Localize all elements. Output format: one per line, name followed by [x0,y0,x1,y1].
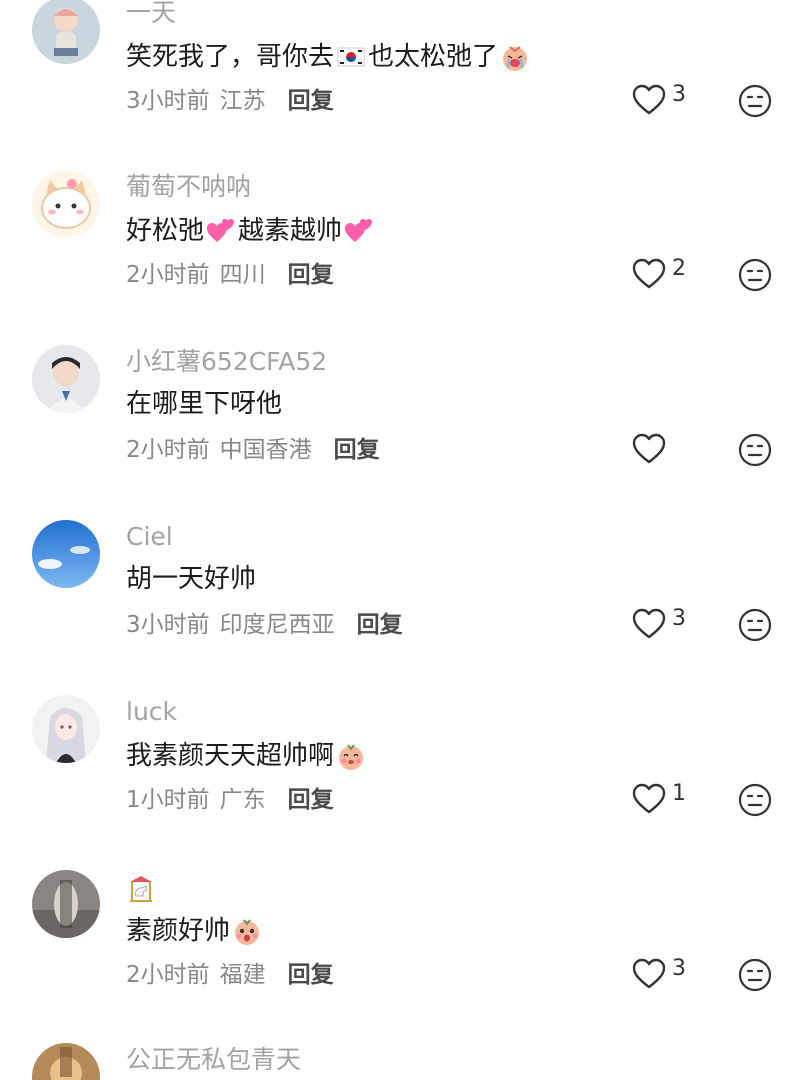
comment-time: 2小时前 [126,262,210,288]
heart-outline-icon [632,258,666,289]
like-button[interactable]: 3 [632,606,686,644]
comment-meta: 2小时前 中国香港 回复 [126,439,380,462]
comment-text[interactable]: 我素颜天天超帅啊 [126,741,368,771]
comment-item: 公正无私包青天 [0,1043,795,1080]
like-count: 2 [672,256,686,281]
heart-outline-icon [632,783,666,814]
reply-button[interactable]: 回复 [334,439,380,462]
user-avatar[interactable] [32,0,100,64]
surprised-face-emoji-icon [232,916,262,946]
like-button[interactable]: 1 [632,781,686,819]
like-button[interactable]: 3 [632,82,686,120]
comment-location: 广东 [219,787,266,813]
comment-meta: 2小时前 福建 回复 [126,964,334,987]
reply-button[interactable]: 回复 [288,264,334,287]
dislike-button[interactable] [738,608,772,642]
username[interactable]: 一天 [126,0,176,25]
user-avatar[interactable] [32,170,100,238]
comment-text[interactable]: 笑死我了，哥你去 也太松弛了 [126,42,532,72]
comment-text[interactable]: 素颜好帅 [126,916,264,946]
heart-outline-icon [632,433,666,464]
comment-location: 福建 [219,962,266,988]
like-count: 1 [672,781,686,806]
like-button[interactable]: 2 [632,256,686,294]
comment-meta: 3小时前 印度尼西亚 回复 [126,614,403,637]
neutral-face-icon [738,258,772,292]
korea-flag-icon [336,42,366,72]
dislike-button[interactable] [738,433,772,467]
username[interactable]: luck [126,699,177,724]
like-count: 3 [672,956,686,981]
comment-time: 2小时前 [126,962,210,988]
pink-hearts-emoji-icon [206,216,236,246]
neutral-face-icon [738,84,772,118]
comment-meta: 3小时前 江苏 回复 [126,90,334,113]
crying-face-emoji-icon [500,42,530,72]
like-count: 3 [672,606,686,631]
comment-time: 3小时前 [126,88,210,114]
neutral-face-icon [738,783,772,817]
heart-outline-icon [632,608,666,639]
carousel-horse-icon [126,874,156,904]
comment-item: Ciel 胡一天好帅 3小时前 印度尼西亚 回复 3 [0,520,795,695]
comment-item: 葡萄不呐呐 好松弛 越素越帅 2小时前 四川 回复 2 [0,170,795,345]
username[interactable]: 小红薯652CFA52 [126,349,327,374]
username[interactable]: 葡萄不呐呐 [126,174,251,199]
neutral-face-icon [738,433,772,467]
comment-time: 3小时前 [126,612,210,638]
shy-face-emoji-icon [336,741,366,771]
reply-button[interactable]: 回复 [288,964,334,987]
neutral-face-icon [738,608,772,642]
heart-outline-icon [632,84,666,115]
username[interactable] [126,874,156,904]
comment-item: 素颜好帅 2小时前 福建 回复 3 [0,870,795,1045]
dislike-button[interactable] [738,258,772,292]
user-avatar[interactable] [32,1043,100,1080]
heart-outline-icon [632,958,666,989]
comment-location: 中国香港 [219,437,312,463]
username[interactable]: 公正无私包青天 [126,1047,301,1072]
reply-button[interactable]: 回复 [357,614,403,637]
comment-meta: 2小时前 四川 回复 [126,264,334,287]
comment-location: 四川 [219,262,266,288]
comment-item: 小红薯652CFA52 在哪里下呀他 2小时前 中国香港 回复 [0,345,795,520]
reply-button[interactable]: 回复 [288,789,334,812]
user-avatar[interactable] [32,695,100,763]
comment-time: 1小时前 [126,787,210,813]
comment-time: 2小时前 [126,437,210,463]
like-button[interactable]: 3 [632,956,686,994]
pink-hearts-emoji-icon [344,216,374,246]
comment-item: 一天 笑死我了，哥你去 也太松弛了 3小时前 江苏 回复 3 [0,0,795,171]
comment-item: luck 我素颜天天超帅啊 1小时前 广东 回复 1 [0,695,795,870]
comment-meta: 1小时前 广东 回复 [126,789,334,812]
comment-text[interactable]: 在哪里下呀他 [126,391,282,417]
user-avatar[interactable] [32,345,100,413]
like-button[interactable] [632,433,672,469]
username[interactable]: Ciel [126,524,173,549]
dislike-button[interactable] [738,958,772,992]
dislike-button[interactable] [738,783,772,817]
like-count: 3 [672,82,686,107]
user-avatar[interactable] [32,520,100,588]
comment-location: 印度尼西亚 [219,612,335,638]
dislike-button[interactable] [738,84,772,118]
comment-text[interactable]: 好松弛 越素越帅 [126,216,376,246]
comment-location: 江苏 [219,88,266,114]
reply-button[interactable]: 回复 [288,90,334,113]
neutral-face-icon [738,958,772,992]
comment-text[interactable]: 胡一天好帅 [126,566,256,592]
user-avatar[interactable] [32,870,100,938]
